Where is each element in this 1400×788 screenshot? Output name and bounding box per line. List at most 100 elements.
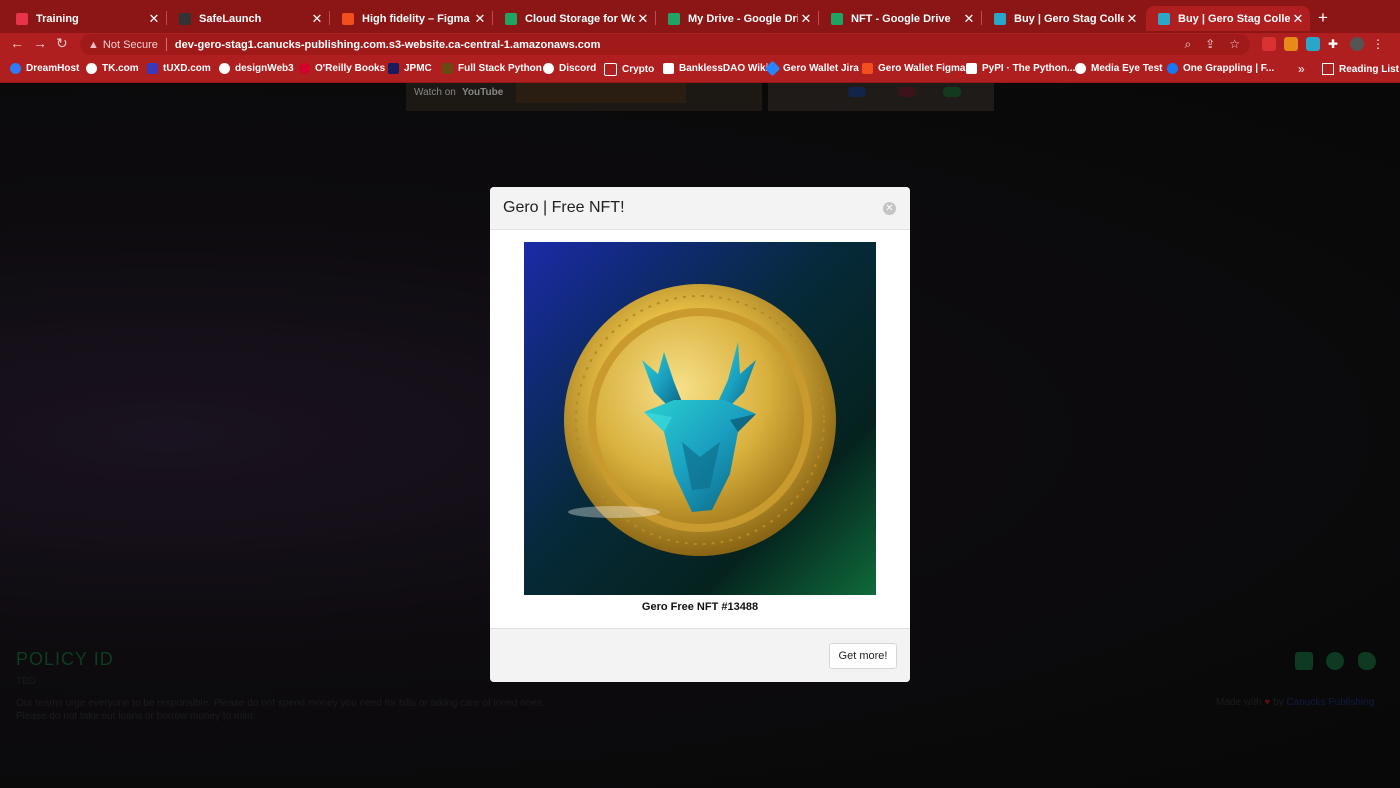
extension-badge-icon[interactable] (1262, 37, 1276, 51)
bookmark-label: O'Reilly Books (315, 63, 386, 74)
tab-gero-stag[interactable]: Buy | Gero Stag Collection ✕ (982, 6, 1144, 31)
divider (165, 38, 167, 51)
bookmark-designweb3[interactable]: designWeb3 (219, 63, 294, 74)
close-icon[interactable]: ✕ (961, 11, 977, 27)
video-embed[interactable]: Watch on YouTube (406, 83, 762, 111)
tab-my-drive[interactable]: My Drive - Google Drive ✕ (656, 6, 819, 31)
url-text[interactable]: dev-gero-stag1.canucks-publishing.com.s3… (175, 39, 600, 51)
policy-heading: POLICY ID (16, 649, 114, 669)
new-tab-icon[interactable]: + (1318, 8, 1328, 28)
figma-icon (342, 12, 354, 25)
gero-stag-icon (994, 12, 1006, 25)
share-icon[interactable]: ⇪ (1205, 37, 1215, 52)
bookmark-label: BanklessDAO Wiki (679, 63, 769, 74)
safelaunch-icon (179, 12, 191, 25)
reload-icon[interactable]: ↻ (56, 35, 68, 52)
bookmark-tuxd[interactable]: tUXD.com (147, 63, 211, 74)
gero-wallet-icon[interactable] (1306, 37, 1320, 51)
bookmark-label: PyPI · The Python... (982, 63, 1076, 74)
bookmark-oreilly[interactable]: O'Reilly Books (299, 63, 385, 74)
bookmark-label: Gero Wallet Jira (783, 63, 859, 74)
coin-glint (568, 506, 660, 518)
modal-title: Gero | Free NFT! (503, 199, 625, 216)
twitter-icon[interactable] (1358, 652, 1376, 670)
gero-stag-icon (1158, 12, 1170, 25)
tab-nft-drive[interactable]: NFT - Google Drive ✕ (819, 6, 982, 31)
tab-figma[interactable]: High fidelity – Figma ✕ (330, 6, 493, 31)
menu-icon[interactable]: ⋮ (1372, 37, 1386, 51)
star-icon[interactable]: ☆ (1229, 37, 1240, 52)
puzzle-icon[interactable]: ✚ (1328, 37, 1342, 51)
free-nft-modal: Gero | Free NFT! ✕ Gero Free NFT #13488 … (490, 187, 910, 682)
bookmark-label: TK.com (102, 63, 139, 74)
reading-list-icon (1322, 63, 1334, 75)
close-icon[interactable]: ✕ (883, 202, 896, 215)
bookmark-label: DreamHost (26, 63, 80, 74)
bookmark-label: Full Stack Python (458, 63, 542, 74)
policy-value: TBD (16, 676, 36, 687)
close-icon[interactable]: ✕ (1290, 11, 1306, 27)
bookmark-one-grappling[interactable]: One Grappling | F... (1167, 63, 1274, 74)
bookmark-full-stack-python[interactable]: Full Stack Python (442, 63, 542, 74)
zoom-icon[interactable]: ⌕ (1184, 37, 1191, 52)
telegram-icon[interactable] (1326, 652, 1344, 670)
bookmark-tk[interactable]: TK.com (86, 63, 139, 74)
bookmark-gero-figma[interactable]: Gero Wallet Figma (862, 63, 965, 74)
bookmark-media-eye[interactable]: Media Eye Test (1075, 63, 1163, 74)
bookmark-pypi[interactable]: PyPI · The Python... (966, 63, 1075, 74)
bookmark-discord[interactable]: Discord (543, 63, 596, 74)
bookmark-bankless[interactable]: BanklessDAO Wiki (663, 63, 768, 74)
close-icon[interactable]: ✕ (472, 11, 488, 27)
bookmark-label: Gero Wallet Figma (878, 63, 966, 74)
tab-training[interactable]: Training ✕ (4, 6, 167, 31)
oreilly-icon (299, 63, 310, 74)
tab-label: Training (36, 12, 79, 25)
metamask-icon[interactable] (1284, 37, 1298, 51)
address-bar-actions: ⌕ ⇪ ☆ (1184, 37, 1240, 52)
google-drive-icon (831, 12, 843, 25)
bookmark-crypto[interactable]: Crypto (604, 63, 654, 76)
brand-link[interactable]: Canucks Publishing (1286, 697, 1374, 708)
video-embed-2[interactable] (768, 83, 994, 111)
forward-icon[interactable]: → (33, 35, 47, 51)
google-drive-icon (505, 12, 517, 25)
figma-icon (862, 63, 873, 74)
tab-label: My Drive - Google Drive (688, 12, 798, 25)
bookmark-label: Discord (559, 63, 597, 74)
youtube-logo: YouTube (462, 87, 504, 98)
back-icon[interactable]: ← (10, 35, 24, 51)
close-icon[interactable]: ✕ (1124, 11, 1140, 27)
bookmark-label: designWeb3 (235, 63, 294, 74)
discord-icon (543, 63, 554, 74)
close-icon[interactable]: ✕ (635, 11, 651, 27)
media-eye-icon (1075, 63, 1086, 74)
tab-cloud-storage[interactable]: Cloud Storage for Work and ✕ (493, 6, 656, 31)
get-more-button[interactable]: Get more! (829, 643, 897, 669)
tab-label: SafeLaunch (199, 12, 262, 25)
bookmarks-bar: DreamHost TK.com tUXD.com designWeb3 O'R… (0, 57, 1400, 83)
bookmark-jpmc[interactable]: JPMC (388, 63, 432, 74)
bookmark-dreamhost[interactable]: DreamHost (10, 63, 79, 74)
bookmark-label: Media Eye Test (1091, 63, 1163, 74)
bookmark-gero-jira[interactable]: Gero Wallet Jira (764, 60, 859, 77)
close-icon[interactable]: ✕ (146, 11, 162, 27)
address-bar[interactable]: ▲ Not Secure dev-gero-stag1.canucks-publ… (80, 34, 1250, 55)
close-icon[interactable]: ✕ (798, 11, 814, 27)
video-watch-on: Watch on (414, 87, 456, 98)
thumbnail-figure (848, 87, 866, 97)
video-thumbnail (516, 83, 686, 103)
folder-icon (604, 63, 617, 76)
made-by-text: by (1273, 697, 1284, 708)
avatar[interactable] (1350, 37, 1364, 51)
tab-safelaunch[interactable]: SafeLaunch ✕ (167, 6, 330, 31)
chevron-right-icon[interactable]: » (1298, 62, 1305, 76)
medium-icon[interactable] (1295, 652, 1313, 670)
nft-image (524, 242, 876, 595)
bookmark-label: JPMC (404, 63, 432, 74)
tuxd-icon (147, 63, 158, 74)
training-icon (16, 12, 28, 25)
close-icon[interactable]: ✕ (309, 11, 325, 27)
warning-icon: ▲ (88, 38, 99, 51)
tab-gero-stag-active[interactable]: Buy | Gero Stag Collection ✕ (1146, 6, 1310, 31)
reading-list[interactable]: Reading List (1322, 63, 1399, 75)
